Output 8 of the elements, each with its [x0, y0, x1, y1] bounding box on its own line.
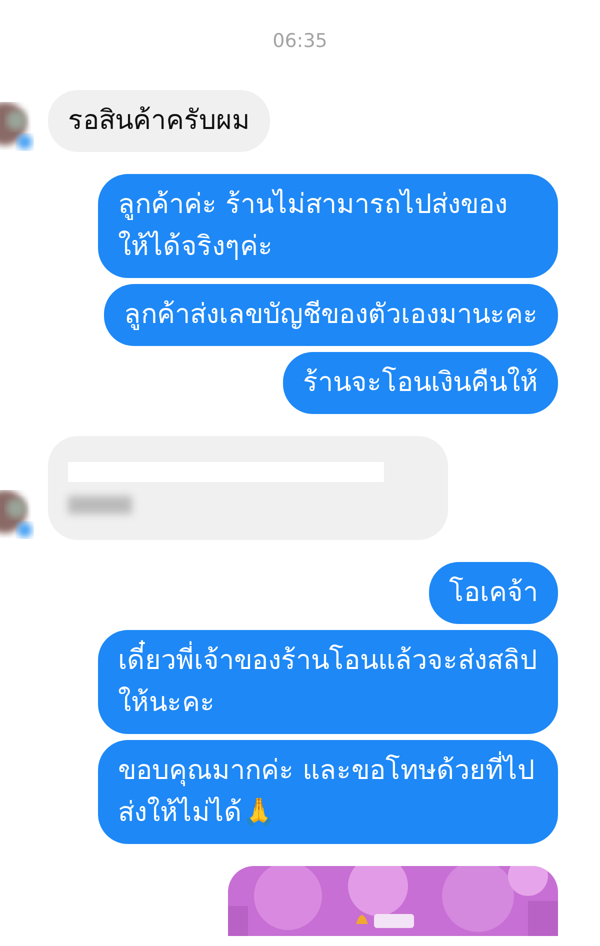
message-bubble: รอสินค้าครับผม — [48, 90, 270, 152]
message-bubble: ร้านจะโอนเงินคืนให้ — [283, 352, 558, 414]
message-bubble: ลูกค้าส่งเลขบัญชีของตัวเองมานะคะ — [104, 284, 558, 346]
message-bubble: โอเคจ้า — [429, 562, 558, 624]
message-bubble: ขอบคุณมากค่ะ และขอโทษด้วยที่ไปส่งให้ไม่ได้🙏 — [98, 740, 558, 844]
message-bubble: เดี๋ยวพี่เจ้าของร้านโอนแล้วจะส่งสลิปให้นะคะ — [98, 630, 558, 734]
message-bubble: ลูกค้าค่ะ ร้านไม่สามารถไปส่งของให้ได้จริงๆค่ะ — [98, 174, 558, 278]
timestamp: 06:35 — [272, 30, 328, 52]
